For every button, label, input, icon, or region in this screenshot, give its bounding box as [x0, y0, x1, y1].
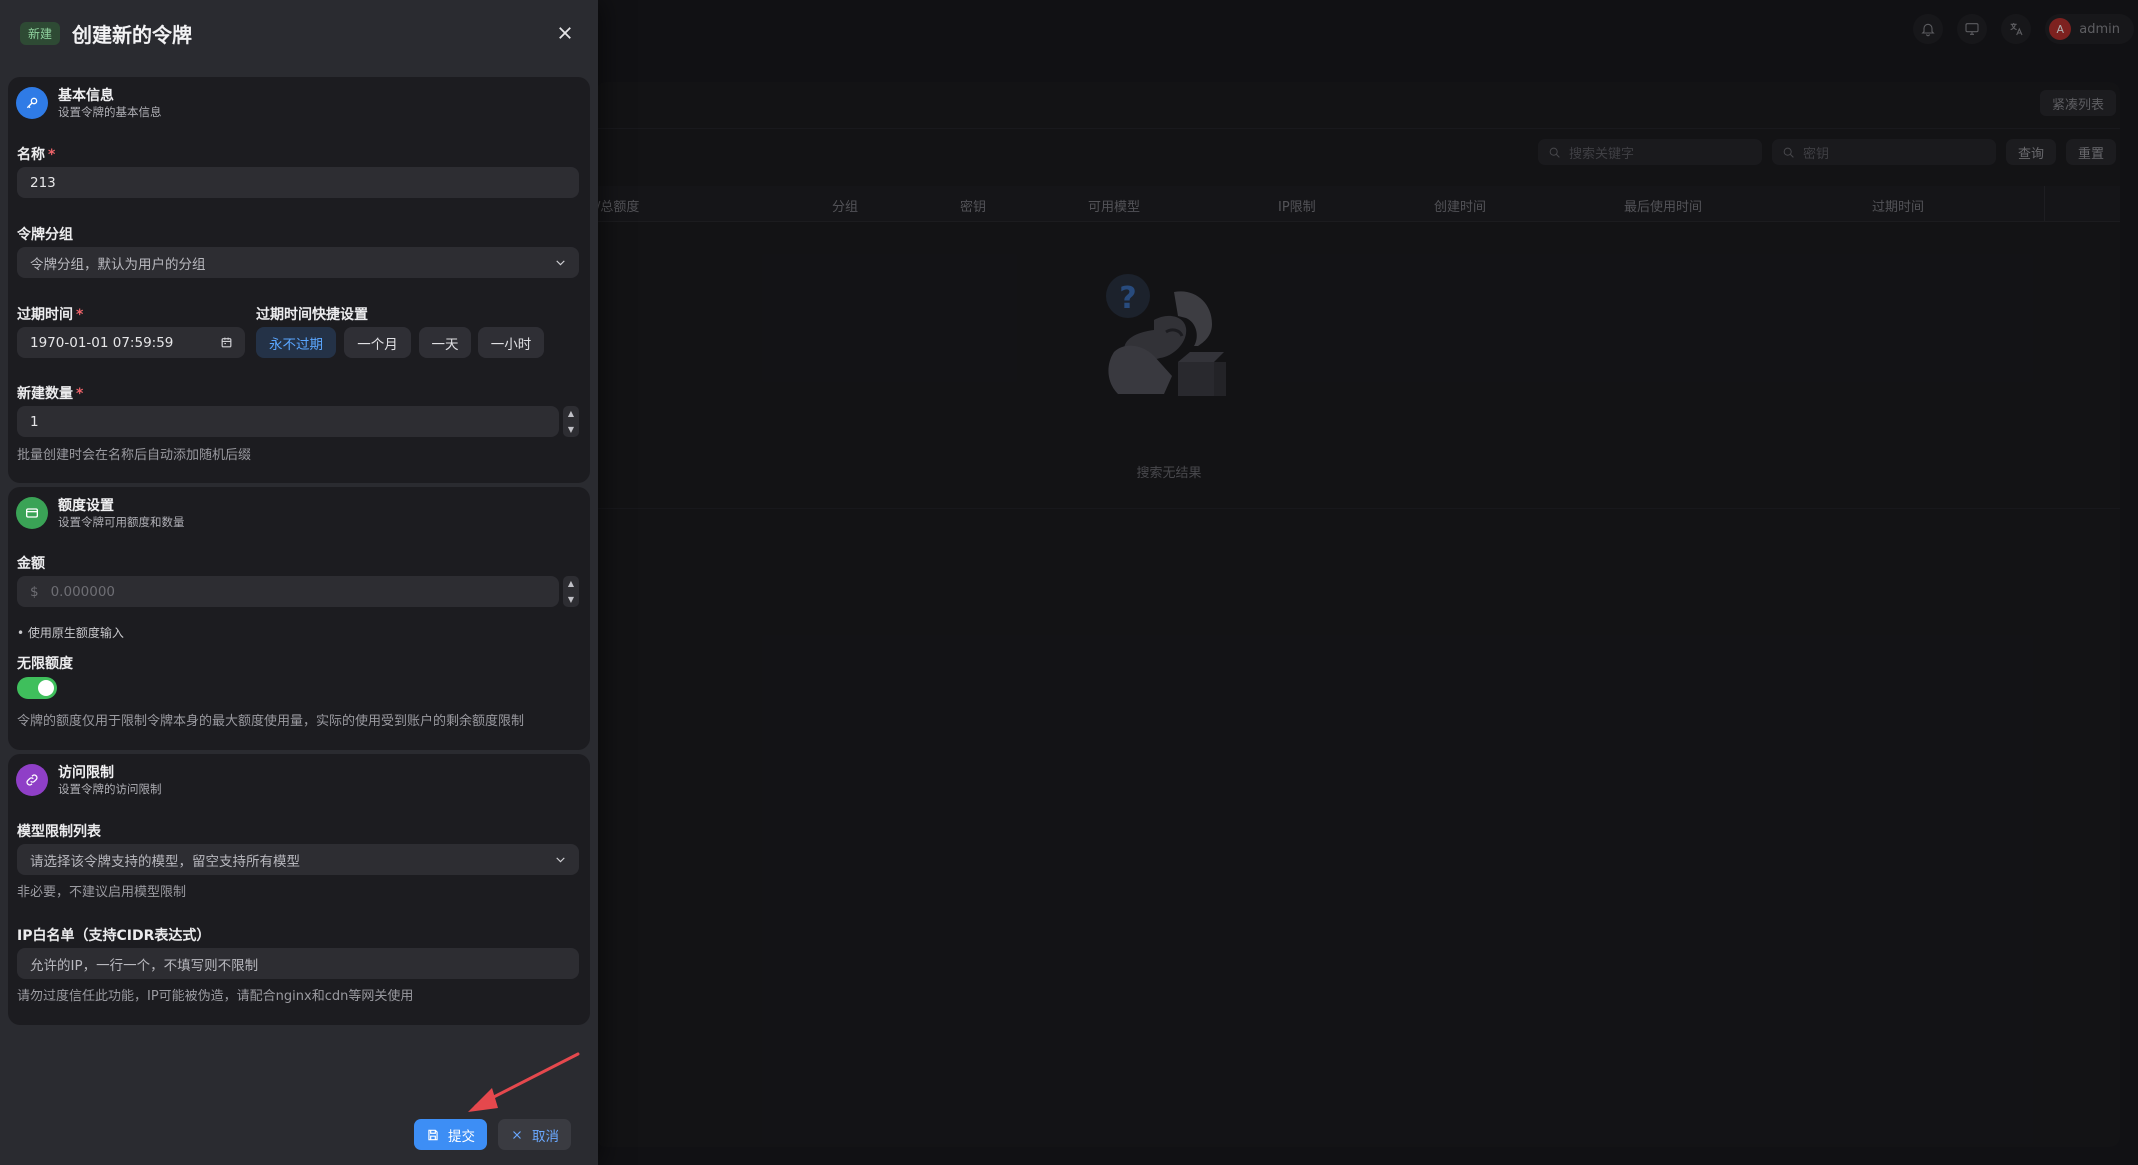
stepper-up-icon[interactable]: ▲	[568, 409, 574, 418]
name-label: 名称 *	[17, 144, 55, 164]
quota-header: 额度设置 设置令牌可用额度和数量	[16, 497, 185, 529]
app-root: A admin 紧凑列表 搜索关键字 密钥 查询 重置 /总额度 分组 密钥 可…	[0, 0, 2138, 1165]
link-icon	[16, 764, 48, 796]
quick-one-month-button[interactable]: 一个月	[344, 327, 411, 358]
chevron-down-icon	[554, 853, 567, 866]
quota-subtitle: 设置令牌可用额度和数量	[58, 514, 185, 529]
quick-one-day-button[interactable]: 一天	[419, 327, 471, 358]
models-select[interactable]: 请选择该令牌支持的模型，留空支持所有模型	[17, 844, 579, 875]
expire-label-text: 过期时间	[17, 307, 73, 323]
group-select-placeholder: 令牌分组，默认为用户的分组	[30, 256, 206, 273]
access-card: 访问限制 设置令牌的访问限制 模型限制列表 请选择该令牌支持的模型，留空支持所有…	[8, 754, 590, 1025]
quick-expire-label: 过期时间快捷设置	[256, 307, 368, 323]
expire-date-input[interactable]: 1970-01-01 07:59:59	[17, 327, 245, 358]
quick-one-hour-button[interactable]: 一小时	[478, 327, 544, 358]
stepper-up-icon[interactable]: ▲	[568, 579, 574, 588]
required-mark: *	[76, 307, 84, 323]
count-stepper[interactable]: ▲ ▼	[563, 406, 579, 437]
chevron-down-icon	[554, 256, 567, 269]
key-icon	[16, 87, 48, 119]
new-tag: 新建	[20, 21, 61, 45]
sheet-header: 新建 创建新的令牌	[20, 18, 578, 48]
create-token-sheet: 新建 创建新的令牌 基本信息 设置令牌的基本信息 名称* 213 令牌分组 令	[0, 0, 598, 1165]
models-select-placeholder: 请选择该令牌支持的模型，留空支持所有模型	[30, 853, 300, 870]
expire-date-value: 1970-01-01 07:59:59	[30, 334, 174, 351]
submit-button[interactable]: 提交	[414, 1119, 487, 1150]
credit-card-icon	[16, 497, 48, 529]
count-help: 批量创建时会在名称后自动添加随机后缀	[17, 448, 252, 463]
submit-label: 提交	[448, 1128, 475, 1145]
annotation-arrow-icon	[468, 1052, 580, 1112]
group-select[interactable]: 令牌分组，默认为用户的分组	[17, 247, 579, 278]
stepper-down-icon[interactable]: ▼	[568, 595, 574, 604]
models-help: 非必要，不建议启用模型限制	[17, 885, 187, 900]
ip-whitelist-label: IP白名单（支持CIDR表达式）	[17, 928, 211, 944]
count-label: 新建数量 *	[17, 383, 83, 403]
basic-info-subtitle: 设置令牌的基本信息	[58, 104, 162, 119]
name-label-text: 名称	[17, 147, 45, 163]
required-mark: *	[48, 147, 56, 163]
stepper-down-icon[interactable]: ▼	[568, 425, 574, 434]
name-input[interactable]: 213	[17, 167, 579, 198]
cancel-label: 取消	[532, 1128, 559, 1145]
close-icon	[513, 1130, 521, 1139]
amount-label: 金额	[17, 556, 45, 572]
unlimited-help: 令牌的额度仅用于限制令牌本身的最大额度使用量，实际的使用受到账户的剩余额度限制	[17, 714, 525, 729]
unlimited-label: 无限额度	[17, 656, 73, 672]
save-icon	[428, 1129, 438, 1140]
basic-info-card: 基本信息 设置令牌的基本信息 名称 * 213 令牌分组 令牌分组，默认为用户的分…	[8, 77, 590, 483]
ip-whitelist-help: 请勿过度信任此功能，IP可能被伪造，请配合nginx和cdn等网关使用	[17, 989, 414, 1004]
models-label: 模型限制列表	[17, 824, 101, 840]
basic-info-header: 基本信息 设置令牌的基本信息	[16, 87, 162, 119]
group-label: 令牌分组	[17, 227, 73, 243]
count-input[interactable]: 1	[17, 406, 559, 437]
quick-never-expire-button[interactable]: 永不过期	[256, 327, 336, 358]
required-mark: *	[76, 386, 84, 402]
expire-label: 过期时间 *	[17, 304, 83, 324]
quota-title: 额度设置	[58, 497, 114, 514]
sheet-title: 创建新的令牌	[72, 22, 193, 47]
calendar-icon[interactable]	[220, 336, 233, 349]
ip-whitelist-input[interactable]: 允许的IP，一行一个，不填写则不限制	[17, 948, 579, 979]
count-label-text: 新建数量	[17, 386, 73, 402]
close-icon[interactable]	[556, 24, 574, 42]
basic-info-title: 基本信息	[58, 87, 114, 104]
quota-card: 额度设置 设置令牌可用额度和数量 金额 $ 0.000000 ▲ ▼ • 使用原生…	[8, 487, 590, 750]
raw-quota-input-link[interactable]: • 使用原生额度输入	[17, 624, 124, 641]
access-subtitle: 设置令牌的访问限制	[58, 781, 162, 796]
amount-placeholder: 0.000000	[50, 583, 116, 600]
currency-prefix: $	[30, 583, 39, 600]
unlimited-toggle[interactable]	[17, 677, 57, 699]
amount-stepper[interactable]: ▲ ▼	[563, 576, 579, 607]
amount-input[interactable]: $ 0.000000	[17, 576, 559, 607]
access-title: 访问限制	[58, 764, 114, 781]
access-header: 访问限制 设置令牌的访问限制	[16, 764, 162, 796]
cancel-button[interactable]: 取消	[498, 1119, 571, 1150]
